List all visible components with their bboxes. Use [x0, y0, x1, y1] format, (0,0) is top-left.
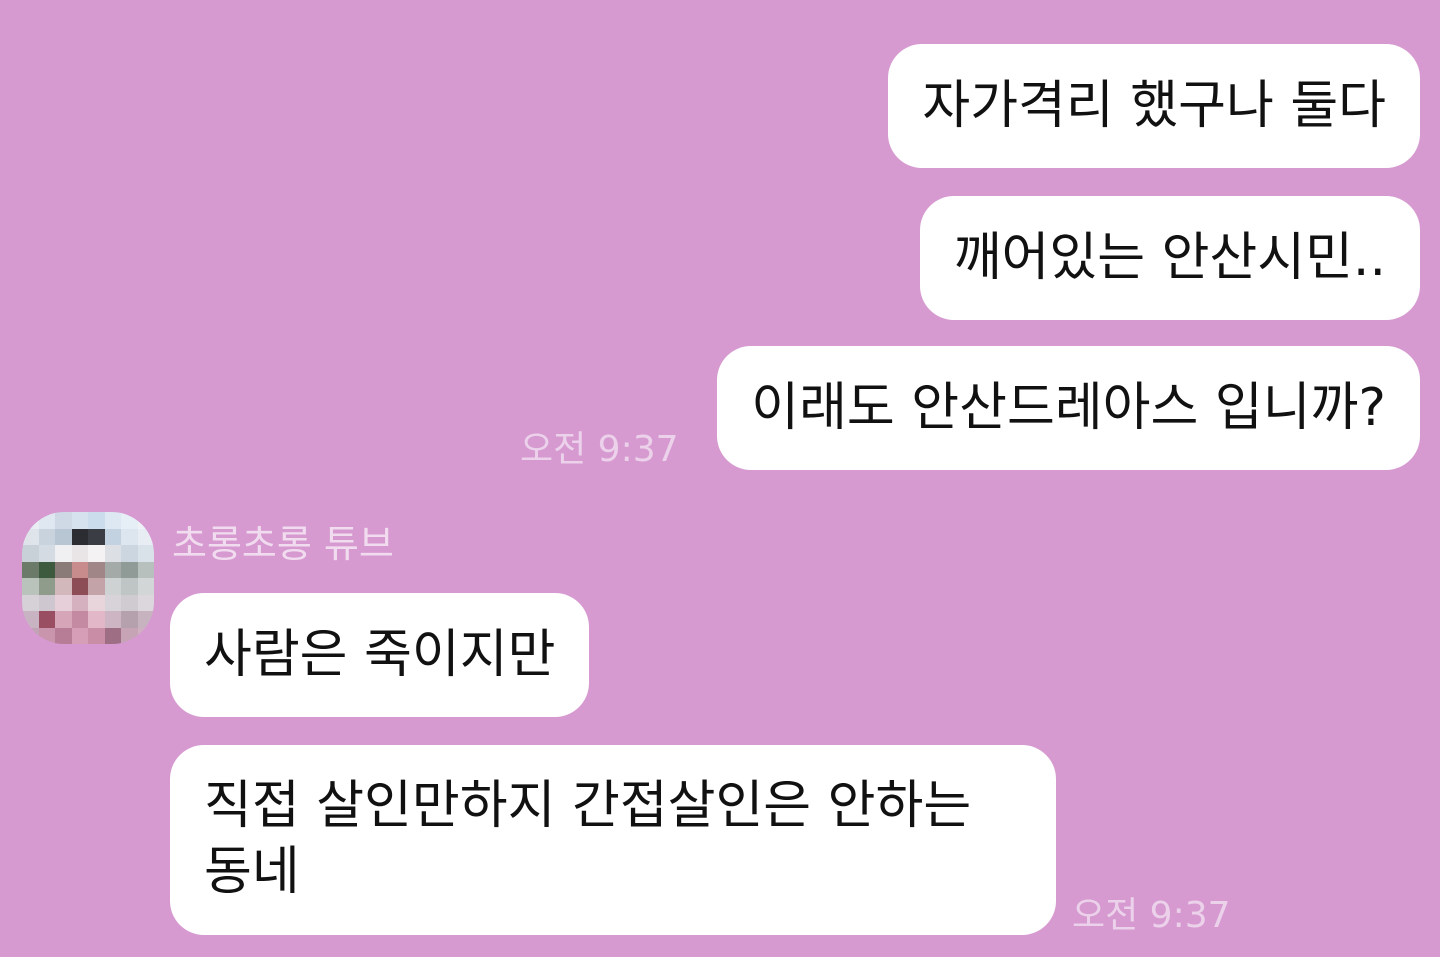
- message-text: 사람은 죽이지만: [204, 625, 556, 685]
- outgoing-message-bubble[interactable]: 깨어있는 안산시민..: [919, 196, 1420, 320]
- sender-name[interactable]: 초롱초롱 튜브: [172, 522, 394, 566]
- outgoing-message-bubble[interactable]: 이래도 안산드레아스 입니까?: [717, 346, 1420, 470]
- chat-area: 자가격리 했구나 둘다 깨어있는 안산시민.. 이래도 안산드레아스 입니까? …: [0, 0, 1440, 957]
- message-timestamp: 오전 9:37: [1072, 895, 1231, 936]
- sender-avatar[interactable]: [22, 512, 154, 644]
- incoming-message-bubble[interactable]: 사람은 죽이지만: [170, 593, 590, 717]
- incoming-message-bubble[interactable]: 직접 살인만하지 간접살인은 안하는 동네: [170, 745, 1056, 935]
- message-text-line: 동네: [204, 842, 300, 902]
- outgoing-message-bubble[interactable]: 자가격리 했구나 둘다: [888, 44, 1420, 168]
- message-text-line: 직접 살인만하지 간접살인은 안하는: [204, 776, 972, 836]
- message-timestamp: 오전 9:37: [520, 429, 679, 470]
- message-text: 깨어있는 안산시민..: [953, 228, 1386, 288]
- message-text: 자가격리 했구나 둘다: [922, 76, 1386, 136]
- message-text: 이래도 안산드레아스 입니까?: [751, 378, 1386, 438]
